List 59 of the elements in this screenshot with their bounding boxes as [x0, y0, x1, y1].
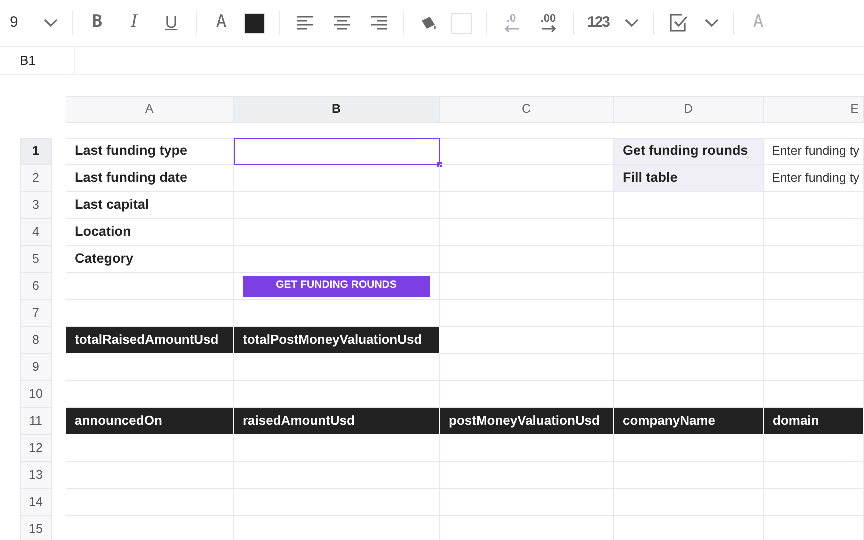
- label-cell: Category: [66, 246, 234, 273]
- fill-handle[interactable]: [437, 162, 442, 167]
- align-center-icon: [332, 16, 350, 30]
- caret-icon: [705, 18, 719, 28]
- column-header[interactable]: E: [764, 96, 864, 123]
- align-left-icon: [296, 16, 314, 30]
- align-right-icon: [370, 16, 388, 30]
- row-header[interactable]: 4: [20, 219, 52, 246]
- paint-bucket-icon: [420, 15, 438, 31]
- label-cell: Last capital: [66, 192, 234, 219]
- row-header[interactable]: 9: [20, 354, 52, 381]
- header-cell: announcedOn: [66, 408, 234, 435]
- header-cell: totalPostMoneyValuationUsd: [234, 327, 440, 354]
- label-cell: Last funding type: [66, 138, 234, 165]
- caret-icon: [44, 18, 58, 28]
- header-cell: raisedAmountUsd: [234, 408, 440, 435]
- row-header[interactable]: 10: [20, 381, 52, 408]
- increase-decimals-button[interactable]: .00: [530, 7, 567, 39]
- arrow-icon: [540, 24, 556, 32]
- name-box[interactable]: B1: [0, 47, 75, 74]
- text-color-button[interactable]: A: [203, 7, 240, 39]
- row-header[interactable]: 5: [20, 246, 52, 273]
- column-header[interactable]: D: [614, 96, 764, 123]
- label-cell: Last funding date: [66, 165, 234, 192]
- header-cell: postMoneyValuationUsd: [440, 408, 614, 435]
- column-header[interactable]: A: [66, 96, 234, 123]
- row-header[interactable]: 1: [20, 138, 52, 165]
- header-cell: companyName: [614, 408, 764, 435]
- row-header[interactable]: 14: [20, 489, 52, 516]
- table-cell[interactable]: [234, 138, 440, 165]
- row-header[interactable]: 3: [20, 192, 52, 219]
- color-swatch[interactable]: [244, 12, 265, 34]
- italic-button[interactable]: I: [116, 7, 153, 39]
- underline-button[interactable]: U: [153, 7, 190, 39]
- header-cell: totalRaisedAmountUsd: [66, 327, 234, 354]
- row-header[interactable]: 13: [20, 462, 52, 489]
- action-cell[interactable]: Fill table: [614, 165, 764, 192]
- input-cell[interactable]: Enter funding ty: [764, 165, 864, 192]
- font-size-dropdown[interactable]: 9: [10, 7, 36, 39]
- get-funding-rounds-button[interactable]: GET FUNDING ROUNDS: [243, 276, 430, 296]
- row-header[interactable]: 11: [20, 408, 52, 435]
- row-header[interactable]: 15: [20, 516, 52, 540]
- input-cell[interactable]: Enter funding ty: [764, 138, 864, 165]
- number-format-button[interactable]: 123: [580, 7, 617, 39]
- row-header[interactable]: 7: [20, 300, 52, 327]
- row-header[interactable]: 8: [20, 327, 52, 354]
- caret-icon: [625, 18, 639, 28]
- column-header[interactable]: C: [440, 96, 614, 123]
- row-header[interactable]: 12: [20, 435, 52, 462]
- label-cell: Location: [66, 219, 234, 246]
- action-cell[interactable]: Get funding rounds: [614, 138, 764, 165]
- header-cell: domain: [764, 408, 864, 435]
- arrow-icon: [504, 24, 520, 32]
- color-swatch[interactable]: [451, 12, 472, 34]
- column-header[interactable]: B: [234, 96, 440, 123]
- row-header[interactable]: 6: [20, 273, 52, 300]
- row-header[interactable]: 2: [20, 165, 52, 192]
- bold-button[interactable]: B: [79, 7, 116, 39]
- checkbox-icon: [670, 14, 688, 32]
